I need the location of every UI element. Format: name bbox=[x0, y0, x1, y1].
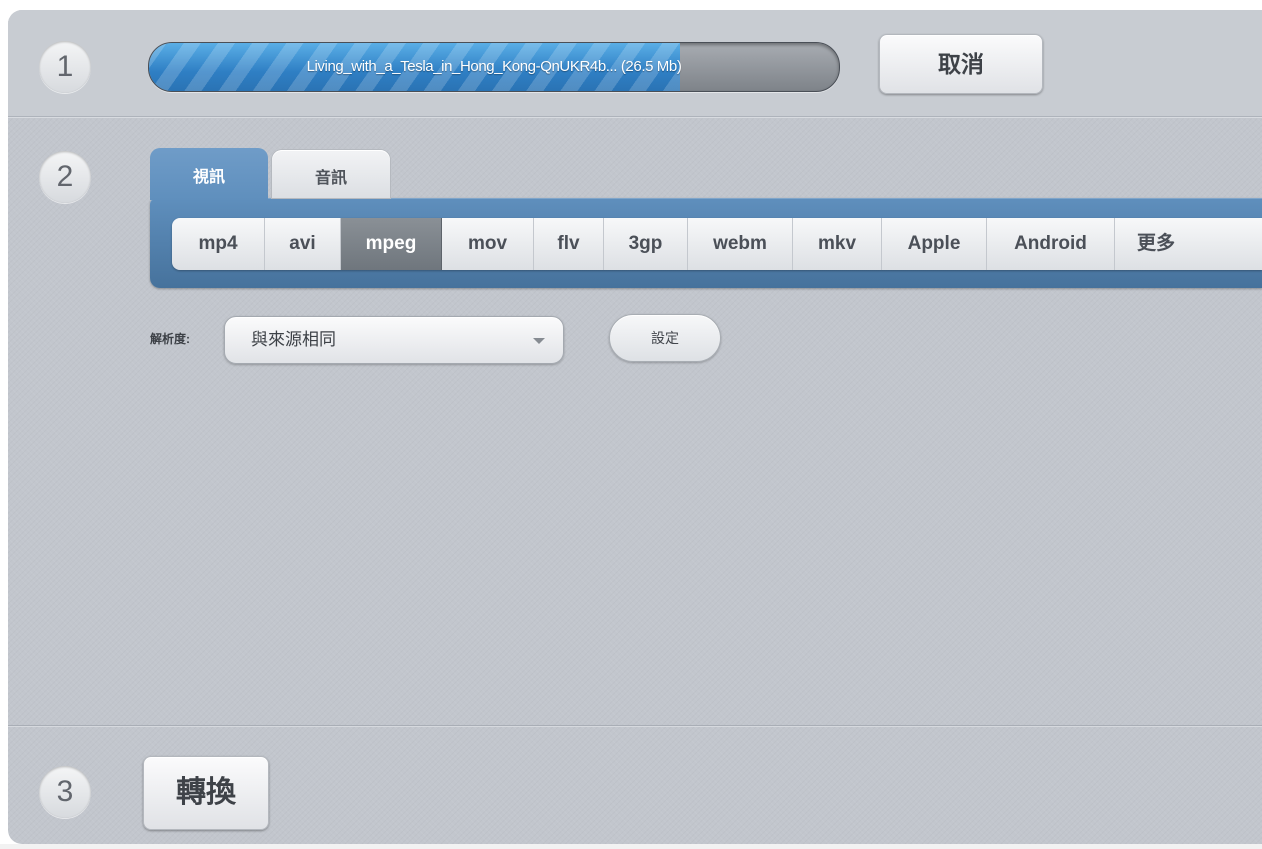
format-avi[interactable]: avi bbox=[265, 218, 341, 270]
chevron-down-icon bbox=[533, 338, 545, 344]
format-mpeg[interactable]: mpeg bbox=[341, 218, 442, 270]
format-apple[interactable]: Apple bbox=[882, 218, 987, 270]
cancel-button[interactable]: 取消 bbox=[879, 34, 1043, 94]
download-progress-bar: Living_with_a_Tesla_in_Hong_Kong-QnUKR4b… bbox=[148, 42, 840, 92]
tab-audio[interactable]: 音訊 bbox=[272, 150, 390, 198]
format-webm[interactable]: webm bbox=[688, 218, 793, 270]
step-1-number: 1 bbox=[39, 41, 91, 93]
step-2-number: 2 bbox=[39, 151, 91, 203]
bottom-strip bbox=[0, 844, 1262, 849]
convert-button[interactable]: 轉換 bbox=[143, 756, 269, 830]
resolution-select[interactable]: 與來源相同 bbox=[224, 316, 564, 364]
step-3-number: 3 bbox=[39, 766, 91, 818]
format-more[interactable]: 更多 bbox=[1115, 218, 1262, 270]
format-mp4[interactable]: mp4 bbox=[172, 218, 265, 270]
format-mkv[interactable]: mkv bbox=[793, 218, 882, 270]
resolution-value: 與來源相同 bbox=[251, 330, 336, 349]
format-flv[interactable]: flv bbox=[534, 218, 604, 270]
format-android[interactable]: Android bbox=[987, 218, 1115, 270]
format-3gp[interactable]: 3gp bbox=[604, 218, 688, 270]
converter-panel bbox=[8, 10, 1262, 844]
format-mov[interactable]: mov bbox=[442, 218, 534, 270]
format-button-row: mp4 avi mpeg mov flv 3gp webm mkv Apple … bbox=[172, 218, 1262, 270]
download-filename: Living_with_a_Tesla_in_Hong_Kong-QnUKR4b… bbox=[306, 58, 682, 75]
tab-video[interactable]: 視訊 bbox=[150, 148, 268, 200]
settings-button[interactable]: 設定 bbox=[609, 314, 721, 362]
resolution-label: 解析度: bbox=[150, 332, 190, 346]
